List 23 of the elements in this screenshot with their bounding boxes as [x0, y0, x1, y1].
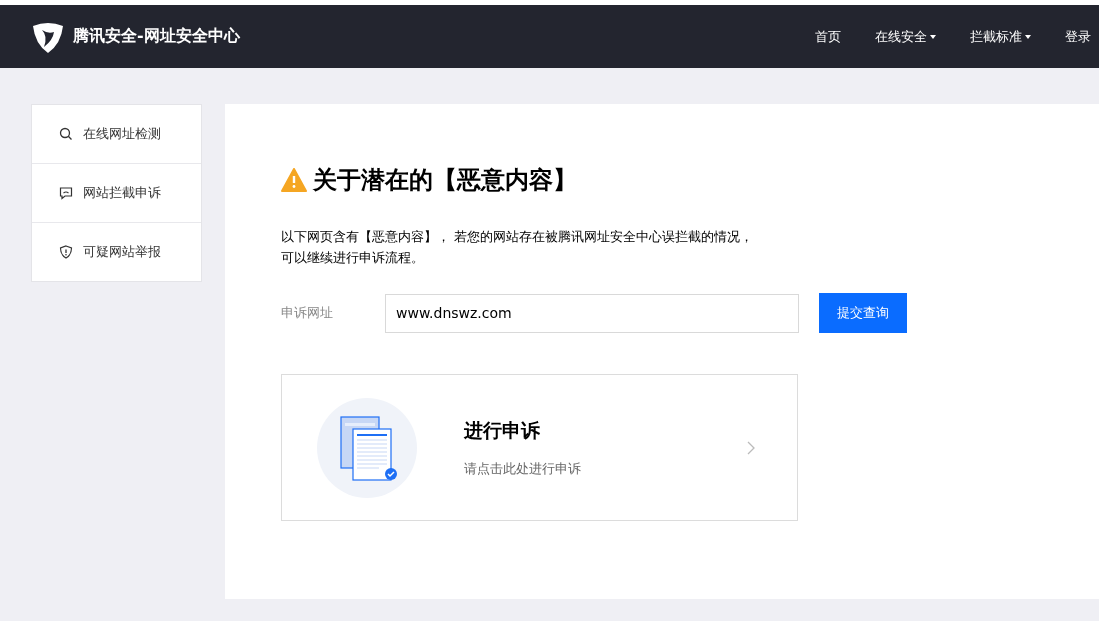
warning-icon	[281, 168, 307, 192]
shield-icon	[59, 245, 73, 259]
url-input-field[interactable]: www.dnswz.com	[385, 293, 799, 333]
field-label: 申诉网址	[281, 304, 334, 322]
site-title: 腾讯安全-网址安全中心	[73, 26, 240, 47]
nav-link[interactable]: 首页	[815, 27, 841, 46]
description-text: 以下网页含有【恶意内容】， 若您的网站存在被腾讯网址安全中心误拦截的情况， 可以继续进行申诉流程。	[281, 228, 754, 267]
nav-link[interactable]: 拦截标准	[970, 27, 1031, 46]
card-title: 进行申诉	[464, 417, 541, 443]
nav-link[interactable]: 在线安全	[875, 27, 936, 46]
sidebar-item[interactable]: 在线网址检测	[32, 105, 201, 163]
submit-button[interactable]: 提交查询	[819, 293, 907, 333]
message-icon	[59, 186, 73, 200]
page-heading: 关于潜在的【恶意内容】	[313, 165, 577, 196]
card-subtitle: 请点击此处进行申诉	[464, 459, 582, 478]
caret-icon	[1025, 34, 1031, 39]
search-icon	[59, 127, 73, 141]
caret-icon	[930, 34, 936, 39]
sidebar-item[interactable]: 可疑网站举报	[32, 222, 201, 281]
sidebar-item[interactable]: 网站拦截申诉	[32, 163, 201, 222]
appeal-card[interactable]: 进行申诉 请点击此处进行申诉	[281, 374, 798, 521]
nav-link[interactable]: 登录	[1065, 27, 1091, 46]
chevron-right-icon	[747, 440, 755, 455]
